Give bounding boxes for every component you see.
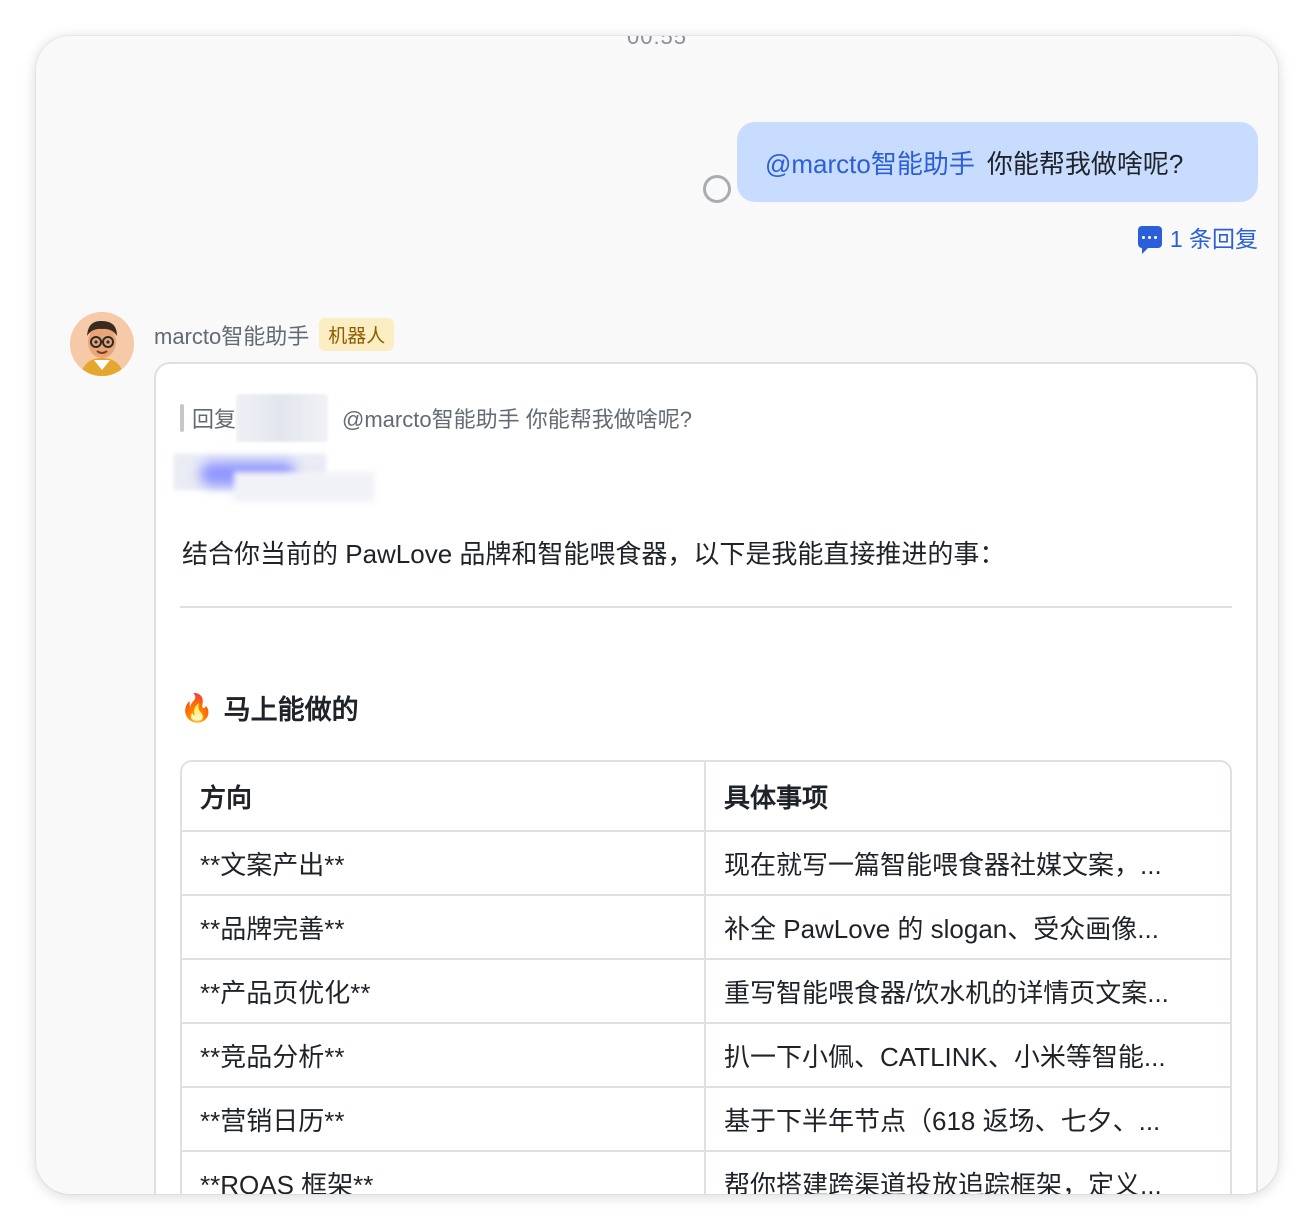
quote-text: @marcto智能助手 你能帮我做啥呢?: [342, 407, 692, 432]
table-cell-direction: **营销日历**: [182, 1088, 706, 1152]
sending-status-icon: [703, 175, 731, 203]
table-row: **产品页优化** 重写智能喂食器/饮水机的详情页文案...: [182, 960, 1230, 1024]
column-header: 具体事项: [706, 762, 1230, 832]
sender-name[interactable]: marcto智能助手: [154, 319, 309, 351]
chat-window: 00:55 @marcto智能助手 你能帮我做啥呢? 1 条回复 marcto智…: [36, 36, 1278, 1194]
quote-prefix: 回复: [192, 407, 237, 432]
table-cell-detail: 重写智能喂食器/饮水机的详情页文案...: [706, 960, 1230, 1024]
table-cell-direction: **产品页优化**: [182, 960, 706, 1024]
redacted-user-name: [236, 394, 329, 442]
table-cell-direction: **品牌完善**: [182, 896, 706, 960]
outgoing-message-bubble[interactable]: @marcto智能助手 你能帮我做啥呢?: [737, 122, 1258, 202]
table-row: **ROAS 框架** 帮你搭建跨渠道投放追踪框架，定义...: [182, 1152, 1230, 1194]
bot-reply-card: 回复 @marcto智能助手 你能帮我做啥呢? 结合你当前的 PawLove 品…: [154, 362, 1258, 1194]
tasks-table: 方向 具体事项 **文案产出** 现在就写一篇智能喂食器社媒文案，... **品…: [180, 760, 1232, 1194]
table-cell-detail: 扒一下小佩、CATLINK、小米等智能...: [706, 1024, 1230, 1088]
thread-reply-link[interactable]: 1 条回复: [1137, 220, 1258, 254]
table-cell-detail: 基于下半年节点（618 返场、七夕、...: [706, 1088, 1230, 1152]
table-row: **文案产出** 现在就写一篇智能喂食器社媒文案，...: [182, 832, 1230, 896]
section-title: 马上能做的: [223, 695, 359, 725]
message-sender: marcto智能助手 机器人: [154, 318, 395, 351]
message-timestamp: 00:55: [626, 36, 688, 49]
mention-link[interactable]: @marcto智能助手: [765, 144, 975, 181]
table-header-row: 方向 具体事项: [182, 762, 1230, 832]
table-cell-direction: **竞品分析**: [182, 1024, 706, 1088]
bot-avatar[interactable]: [70, 312, 134, 376]
bot-badge: 机器人: [319, 318, 395, 351]
quote-bar: [180, 404, 184, 432]
reply-count-label: 1 条回复: [1169, 226, 1258, 252]
column-header: 方向: [182, 762, 706, 832]
table-row: **营销日历** 基于下半年节点（618 返场、七夕、...: [182, 1088, 1230, 1152]
table-row: **品牌完善** 补全 PawLove 的 slogan、受众画像...: [182, 896, 1230, 960]
fire-icon: 🔥: [180, 692, 214, 723]
intro-text: 结合你当前的 PawLove 品牌和智能喂食器，以下是我能直接推进的事：: [182, 539, 1006, 569]
table-cell-direction: **ROAS 框架**: [182, 1152, 706, 1194]
chat-bubble-icon: [1137, 226, 1162, 254]
table-cell-direction: **文案产出**: [182, 832, 706, 896]
table-cell-detail: 帮你搭建跨渠道投放追踪框架，定义...: [706, 1152, 1230, 1195]
table-row: **竞品分析** 扒一下小佩、CATLINK、小米等智能...: [182, 1024, 1230, 1088]
divider: [180, 606, 1232, 608]
outgoing-message-text: 你能帮我做啥呢?: [986, 148, 1184, 179]
redacted-mention: [174, 452, 374, 504]
table-cell-detail: 现在就写一篇智能喂食器社媒文案，...: [706, 832, 1230, 896]
reply-quote[interactable]: 回复 @marcto智能助手 你能帮我做啥呢?: [180, 394, 692, 442]
table-cell-detail: 补全 PawLove 的 slogan、受众画像...: [706, 896, 1230, 960]
section-heading: 🔥 马上能做的: [180, 688, 359, 727]
